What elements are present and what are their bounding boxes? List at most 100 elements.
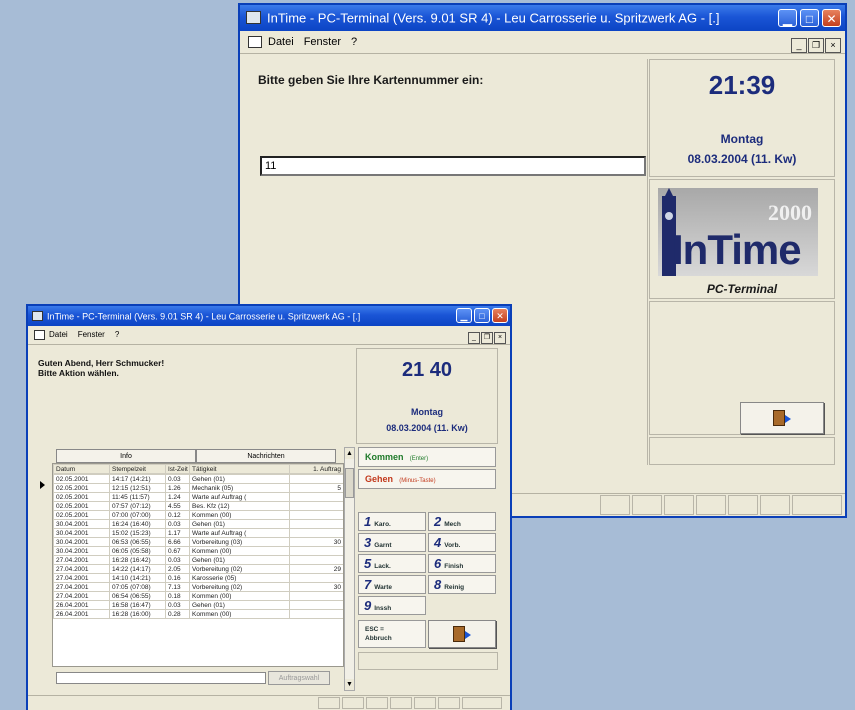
table-row[interactable]: 30.04.2001 16:24 (16:40) 0.03 Gehen (01) <box>53 519 343 529</box>
activity-key-3[interactable]: 3 Garnt <box>358 533 426 552</box>
table-cell: Vorbereitung (02) <box>189 582 290 592</box>
exit-button[interactable] <box>428 620 496 648</box>
document-icon[interactable] <box>248 36 262 49</box>
minimize-button[interactable]: ▁ <box>778 9 797 27</box>
activity-key-2[interactable]: 2 Mech <box>428 512 496 531</box>
col-header-datum[interactable]: Datum <box>53 464 110 474</box>
mdi-minimize-button[interactable]: _ <box>468 332 480 344</box>
menu-help[interactable]: ? <box>115 330 119 339</box>
mdi-restore-button[interactable]: ❐ <box>481 332 493 344</box>
table-cell: 0.67 <box>165 546 190 556</box>
key-number: 7 <box>364 577 372 592</box>
table-row[interactable]: 27.04.2001 14:10 (14:21) 0.16 Karosserie (0… <box>53 573 343 583</box>
assign-order-button[interactable]: Auftragswahl <box>268 671 330 685</box>
activity-key-6[interactable]: 6 Finish <box>428 554 496 573</box>
key-number: 5 <box>364 556 372 571</box>
menu-help[interactable]: ? <box>351 36 357 48</box>
table-cell <box>289 555 343 565</box>
mdi-controls: _ ❐ × <box>467 328 506 346</box>
table-row[interactable]: 30.04.2001 06:53 (06:55) 6.66 Vorbereitung … <box>53 537 343 547</box>
menu-datei[interactable]: Datei <box>268 36 294 48</box>
key-label: Inssh <box>374 605 392 612</box>
table-cell: 0.03 <box>165 555 190 565</box>
table-row[interactable]: 30.04.2001 15:02 (15:23) 1.17 Warte auf Auf… <box>53 528 343 538</box>
key-label: Reinig <box>444 584 465 591</box>
table-cell: 1.26 <box>165 483 190 493</box>
table-row[interactable]: 27.04.2001 06:54 (06:55) 0.18 Kommen (00) <box>53 591 343 601</box>
table-row[interactable]: 27.04.2001 07:05 (07:08) 7.13 Vorbereitung … <box>53 582 343 592</box>
table-row[interactable]: 30.04.2001 06:05 (05:58) 0.67 Kommen (00) <box>53 546 343 556</box>
table-cell: 29 <box>289 564 343 574</box>
menu-datei[interactable]: Datei <box>49 330 68 339</box>
table-cell <box>289 546 343 556</box>
table-cell: 06:54 (06:55) <box>109 591 166 601</box>
table-cell: 26.04.2001 <box>53 609 110 619</box>
logo-text: InTime <box>672 226 802 273</box>
table-row[interactable]: 02.05.2001 12:15 (12:51) 1.26 Mechanik (05)… <box>53 483 343 493</box>
table-cell <box>289 591 343 601</box>
table-row[interactable]: 27.04.2001 16:28 (16:42) 0.03 Gehen (01) <box>53 555 343 565</box>
document-icon[interactable] <box>34 329 45 340</box>
exit-button[interactable] <box>740 402 824 434</box>
table-cell: Vorbereitung (02) <box>189 564 290 574</box>
table-row[interactable]: 02.05.2001 07:00 (07:00) 0.12 Kommen (00) <box>53 510 343 520</box>
table-cell: Bes. Kfz (12) <box>189 501 290 511</box>
activity-key-1[interactable]: 1 Karo. <box>358 512 426 531</box>
table-row[interactable]: 26.04.2001 16:58 (16:47) 0.03 Gehen (01) <box>53 600 343 610</box>
table-cell: 16:24 (16:40) <box>109 519 166 529</box>
col-header-istzeit[interactable]: Ist-Zeit <box>165 464 190 474</box>
table-cell: 30 <box>289 582 343 592</box>
table-cell: Warte auf Auftrag ( <box>189 492 290 502</box>
status-segment <box>664 495 694 515</box>
table-cell: 02.05.2001 <box>53 474 110 484</box>
activity-key-4[interactable]: 4 Vorb. <box>428 533 496 552</box>
scroll-down-arrow[interactable]: ▼ <box>345 679 354 690</box>
minimize-button[interactable]: ▁ <box>456 308 472 323</box>
status-segment <box>696 495 726 515</box>
activity-key-8[interactable]: 8 Reinig <box>428 575 496 594</box>
col-header-taetigkeit[interactable]: Tätigkeit <box>189 464 290 474</box>
menu-fenster[interactable]: Fenster <box>304 36 341 48</box>
back-title-bar[interactable]: InTime - PC-Terminal (Vers. 9.01 SR 4) -… <box>240 5 845 31</box>
tab-info[interactable]: Info <box>56 449 196 463</box>
esc-cancel-button[interactable]: ESC = Abbruch <box>358 620 426 648</box>
gehen-button[interactable]: Gehen (Minus-Taste) <box>358 469 496 489</box>
close-button[interactable]: ✕ <box>822 9 841 27</box>
key-number: 9 <box>364 598 372 613</box>
maximize-button[interactable]: □ <box>474 308 490 323</box>
menu-fenster[interactable]: Fenster <box>78 330 105 339</box>
table-row[interactable]: 02.05.2001 07:57 (07:12) 4.55 Bes. Kfz (12) <box>53 501 343 511</box>
table-scrollbar[interactable]: ▲ ▼ <box>344 447 355 691</box>
table-header: Datum Stempelzeit Ist-Zeit Tätigkeit 1. … <box>53 464 343 474</box>
kommen-hint: (Enter) <box>409 456 429 462</box>
mdi-close-button[interactable]: × <box>494 332 506 344</box>
activity-key-5[interactable]: 5 Lack. <box>358 554 426 573</box>
mdi-minimize-button[interactable]: _ <box>791 38 807 53</box>
activity-key-7[interactable]: 7 Warte <box>358 575 426 594</box>
mdi-restore-button[interactable]: ❐ <box>808 38 824 53</box>
gehen-hint: (Minus-Taste) <box>399 478 436 484</box>
col-header-auftrag[interactable]: 1. Auftrag <box>289 464 343 474</box>
table-cell <box>289 492 343 502</box>
table-cell: 2.05 <box>165 564 190 574</box>
activity-key-9[interactable]: 9 Inssh <box>358 596 426 615</box>
kommen-button[interactable]: Kommen (Enter) <box>358 447 496 467</box>
col-header-stempelzeit[interactable]: Stempelzeit <box>109 464 166 474</box>
table-row[interactable]: 27.04.2001 14:22 (14:17) 2.05 Vorbereitung … <box>53 564 343 574</box>
card-number-input[interactable]: 11 <box>260 156 646 176</box>
table-row[interactable]: 26.04.2001 16:28 (16:00) 0.28 Kommen (00) <box>53 609 343 619</box>
front-title-bar[interactable]: InTime - PC-Terminal (Vers. 9.01 SR 4) -… <box>28 306 510 326</box>
close-button[interactable]: ✕ <box>492 308 508 323</box>
table-cell <box>289 573 343 583</box>
table-cell: Gehen (01) <box>189 519 290 529</box>
table-row[interactable]: 02.05.2001 11:45 (11:57) 1.24 Warte auf Auf… <box>53 492 343 502</box>
table-cell: Kommen (00) <box>189 546 290 556</box>
table-row[interactable]: 02.05.2001 14:17 (14:21) 0.03 Gehen (01) <box>53 474 343 484</box>
bottom-text-field[interactable] <box>56 672 266 684</box>
scroll-thumb[interactable] <box>345 468 354 498</box>
scroll-up-arrow[interactable]: ▲ <box>345 448 354 459</box>
maximize-button[interactable]: □ <box>800 9 819 27</box>
mdi-close-button[interactable]: × <box>825 38 841 53</box>
table-cell: 27.04.2001 <box>53 564 110 574</box>
tab-messages[interactable]: Nachrichten <box>196 449 336 463</box>
